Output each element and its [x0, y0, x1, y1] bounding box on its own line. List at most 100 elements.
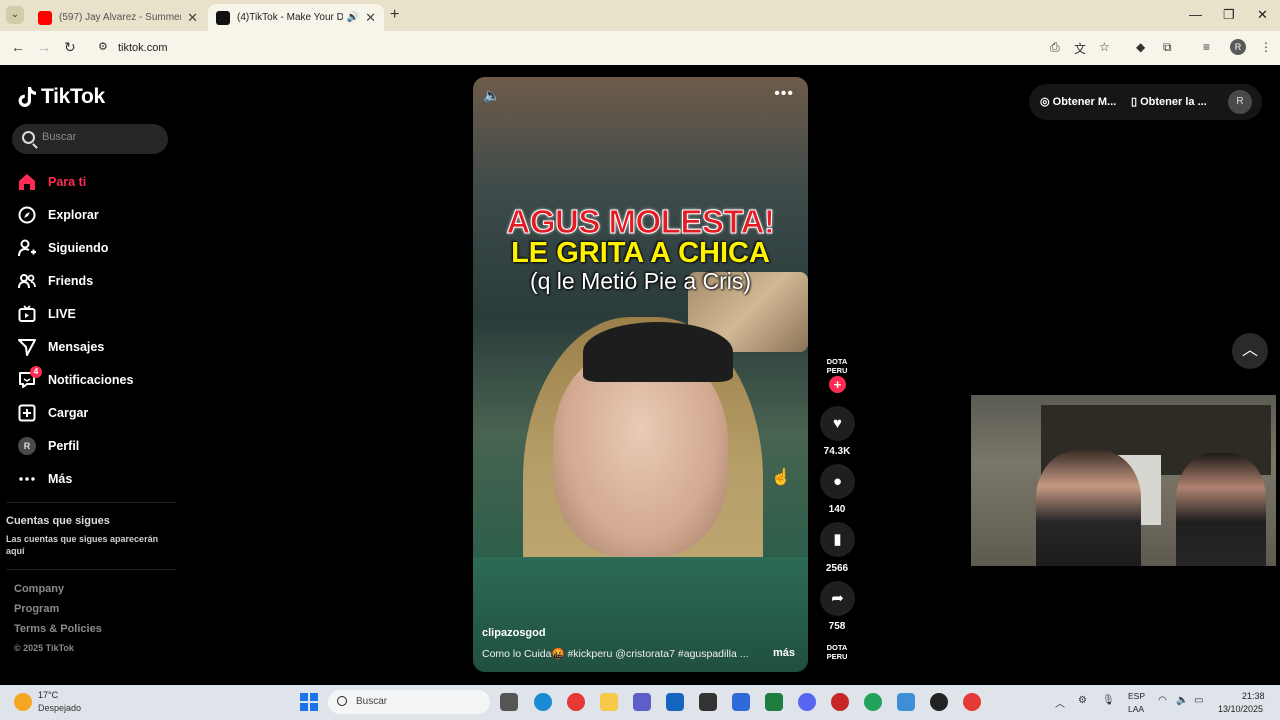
chrome-active-icon[interactable] [963, 693, 981, 711]
file-explorer-icon[interactable] [600, 693, 618, 711]
footer-link-company[interactable]: Company [14, 583, 64, 595]
address-bar[interactable]: ⚙ tiktok.com [88, 35, 1028, 61]
next-creator-avatar[interactable]: DOTA PERU [820, 643, 854, 667]
footer-link-terms[interactable]: Terms & Policies [14, 623, 102, 635]
upload-plus-icon [17, 403, 37, 423]
creator-badge-text: DOTA PERU [826, 643, 848, 661]
description-more-button[interactable]: más [773, 647, 795, 659]
maximize-icon[interactable]: ❐ [1223, 7, 1235, 23]
sidebar-item-friends[interactable]: Friends [17, 264, 133, 297]
back-icon[interactable]: ← [11, 39, 25, 55]
user-follow-icon [17, 238, 37, 258]
bookmark-star-icon[interactable]: ☆ [1099, 40, 1110, 54]
search-input[interactable] [42, 131, 162, 143]
tray-app-icon[interactable]: ⚙ [1078, 695, 1087, 706]
video-player[interactable]: AGUS MOLESTA! LE GRITA A CHICA (q le Met… [473, 77, 808, 672]
follow-plus-button[interactable]: + [829, 376, 846, 393]
sidebar-item-cargar[interactable]: Cargar [17, 396, 133, 429]
battery-icon[interactable]: ▭ [1194, 695, 1203, 706]
microphone-icon[interactable]: 🎙 [1102, 695, 1115, 706]
sidebar-item-label: Friends [48, 273, 94, 288]
language-indicator[interactable]: ESP [1128, 691, 1145, 701]
sidebar-item-explorar[interactable]: Explorar [17, 198, 133, 231]
weather-moon-icon[interactable] [14, 693, 32, 711]
speaker-icon[interactable]: 🔊 [347, 12, 359, 23]
chevron-up-icon: ︿ [1241, 342, 1258, 359]
comment-bubble-icon: ● [832, 473, 843, 490]
following-description: Las cuentas que sigues aparecerán aquí [6, 534, 159, 556]
start-windows-icon[interactable] [300, 693, 318, 711]
sidebar-item-label: Siguiendo [48, 240, 109, 255]
clock-date[interactable]: 13/10/2025 [1218, 704, 1263, 714]
comment-button[interactable]: ● [820, 464, 855, 499]
volume-icon[interactable]: 🔈 [483, 87, 500, 104]
new-tab-button[interactable]: + [390, 6, 399, 24]
avatar: R [18, 436, 36, 455]
share-button[interactable]: ➦ [820, 581, 855, 616]
tray-chevron-icon[interactable]: ︿ [1055, 695, 1065, 710]
sidebar-item-mas[interactable]: Más [17, 462, 133, 495]
previous-video-button[interactable]: ︿ [1232, 333, 1268, 369]
extension-icon[interactable]: ◆ [1136, 40, 1145, 54]
sidebar-item-notificaciones[interactable]: 4 Notificaciones [17, 363, 133, 396]
obs-icon[interactable] [930, 693, 948, 711]
minimize-icon[interactable]: — [1189, 7, 1202, 22]
task-view-icon[interactable] [500, 693, 518, 711]
notification-inbox-icon: 4 [17, 365, 42, 390]
tiktok-page: TikTok Para ti Explorar Siguiendo [0, 65, 1280, 685]
sidebar-item-mensajes[interactable]: Mensajes [17, 330, 133, 363]
like-button[interactable]: ♥ [820, 406, 855, 441]
tab-tiktok[interactable]: (4)TikTok - Make Your Day 🔊 ✕ [208, 4, 384, 31]
site-info-icon[interactable]: ⚙ [98, 40, 108, 53]
edge-icon[interactable] [534, 693, 552, 711]
extensions-puzzle-icon[interactable]: ⧉ [1163, 40, 1172, 55]
footer-link-program[interactable]: Program [14, 603, 59, 615]
taskbar-search[interactable]: Buscar [328, 690, 490, 714]
menu-kebab-icon[interactable]: ⋮ [1260, 40, 1272, 54]
window-close-icon[interactable]: ✕ [1257, 7, 1268, 23]
translate-icon[interactable]: 文 [1074, 40, 1086, 57]
sidebar-item-siguiendo[interactable]: Siguiendo [17, 231, 133, 264]
discord-icon[interactable] [798, 693, 816, 711]
user-avatar[interactable]: R [1228, 90, 1252, 114]
sidebar-item-live[interactable]: LIVE [17, 297, 133, 330]
sidebar-item-perfil[interactable]: R Perfil [17, 429, 133, 462]
save-button[interactable]: ▮ [820, 522, 855, 557]
volume-tray-icon[interactable]: 🔈 [1176, 695, 1188, 706]
get-app-button[interactable]: ▯ Obtener la ... [1131, 95, 1207, 108]
excel-icon[interactable] [765, 693, 783, 711]
wifi-icon[interactable]: ◠ [1158, 695, 1167, 706]
sidebar-item-para-ti[interactable]: Para ti [17, 165, 133, 198]
app-cube-icon[interactable] [699, 693, 717, 711]
get-coins-button[interactable]: ◎ Obtener M... [1040, 95, 1116, 108]
code-editor-icon[interactable] [732, 693, 750, 711]
tab-close-icon[interactable]: ✕ [187, 10, 198, 26]
notepad-icon[interactable] [897, 693, 915, 711]
store-icon[interactable] [666, 693, 684, 711]
paper-plane-icon [17, 337, 37, 357]
profile-avatar[interactable]: R [1230, 39, 1246, 55]
webcam-person-right [1176, 453, 1266, 566]
forward-icon[interactable]: → [37, 39, 51, 55]
reload-icon[interactable]: ↻ [64, 39, 76, 56]
app-red-icon[interactable] [831, 693, 849, 711]
heart-icon: ♥ [833, 415, 842, 432]
tiktok-logo[interactable]: TikTok [17, 85, 105, 109]
share-arrow-icon: ➦ [831, 590, 844, 607]
video-author[interactable]: clipazosgod [482, 627, 546, 639]
video-caption-subtitle: LE GRITA A CHICA [511, 237, 770, 269]
clock-time[interactable]: 21:38 [1242, 691, 1265, 701]
tab-youtube[interactable]: (597) Jay Alvarez - Summer (20 ✕ [30, 4, 206, 31]
comment-count: 140 [828, 504, 846, 515]
install-app-icon[interactable]: ⎙ [1050, 40, 1060, 55]
search-box[interactable] [12, 124, 168, 154]
video-more-options-icon[interactable]: ••• [774, 85, 794, 103]
sidebar-item-label: Perfil [48, 438, 80, 453]
tab-close-icon[interactable]: ✕ [365, 10, 376, 26]
chrome-icon[interactable] [567, 693, 585, 711]
tab-search-icon[interactable]: ⌄ [6, 6, 24, 24]
media-control-icon[interactable]: ≡ [1203, 40, 1210, 54]
like-count: 74.3K [823, 446, 851, 457]
teams-icon[interactable] [633, 693, 651, 711]
app-green-icon[interactable] [864, 693, 882, 711]
